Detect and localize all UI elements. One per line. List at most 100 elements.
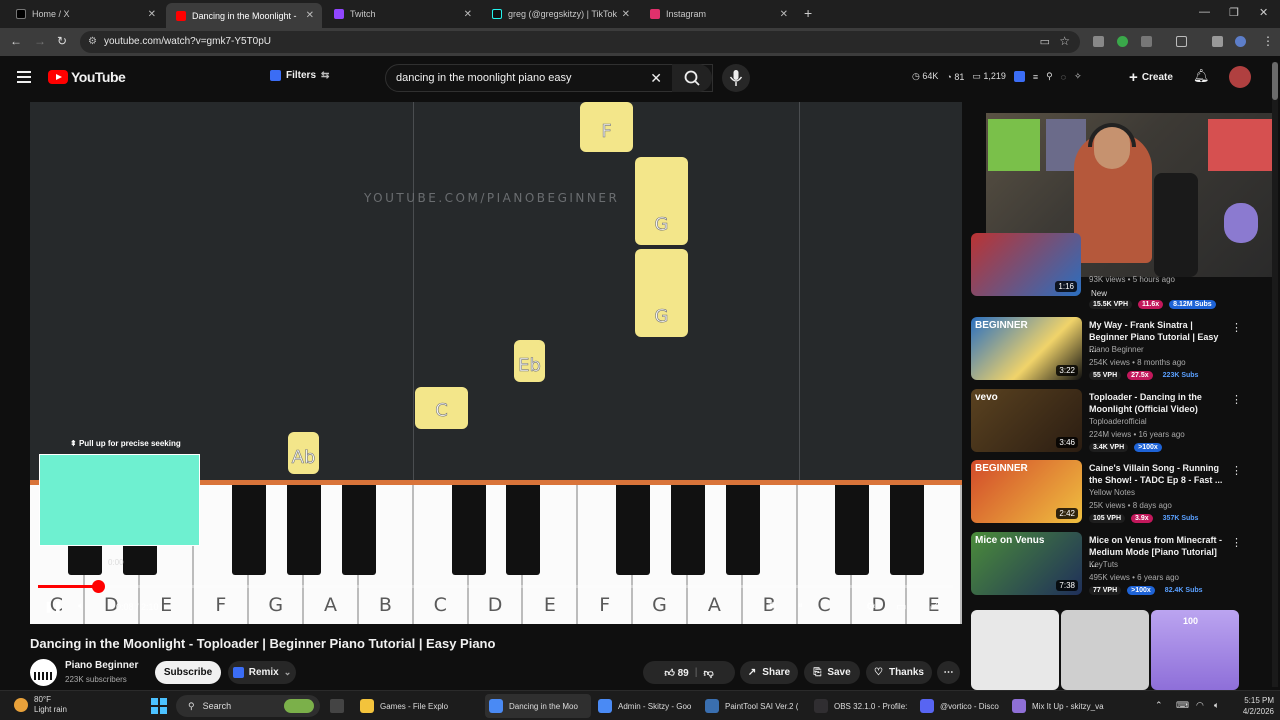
speaker-icon[interactable]: 🔈︎ (1214, 700, 1219, 711)
subscribe-button[interactable]: Subscribe (155, 661, 221, 684)
filters-button[interactable]: Filters ⇆ (270, 70, 329, 81)
channel-avatar[interactable] (30, 659, 57, 686)
sidepanel-icon[interactable] (1176, 36, 1187, 47)
window-close-icon[interactable]: ✕ (1259, 6, 1268, 19)
pin-icon[interactable]: ⚲ (1046, 71, 1053, 82)
youtube-logo[interactable]: YouTube (48, 69, 126, 85)
taskbar-app[interactable]: Mix It Up - skitzy_va (1008, 694, 1108, 718)
short-thumbnail[interactable] (1061, 610, 1149, 690)
voice-search-button[interactable] (722, 64, 750, 92)
avatar[interactable] (1229, 66, 1251, 88)
minimize-icon[interactable]: — (1199, 6, 1210, 18)
media-icon[interactable] (1212, 36, 1223, 47)
close-icon[interactable]: ✕ (148, 9, 156, 20)
cast-icon[interactable]: ▭ (1040, 35, 1050, 48)
taskbar-app[interactable]: Dancing in the Moo (485, 694, 591, 718)
video-player[interactable]: YOUTUBE.COM/PIANOBEGINNER F G G Eb C Ab … (30, 102, 962, 624)
taskbar-app[interactable]: Games - File Explo (356, 694, 468, 718)
clock-date: 4/2/2026 (1242, 707, 1274, 716)
list-icon[interactable]: ≡ (1033, 72, 1038, 82)
new-tab-icon[interactable]: + (804, 5, 812, 21)
more-actions-button[interactable]: ⋯ (937, 661, 960, 684)
autoplay-toggle-icon[interactable]: ⏸︎ (798, 600, 803, 611)
page-scrollbar[interactable] (1272, 62, 1278, 687)
close-icon[interactable]: ✕ (306, 10, 314, 21)
video-title: Caine's Villain Song - Running the Show!… (1089, 463, 1223, 485)
back-icon[interactable]: ← (10, 34, 22, 48)
time-display: 0:08 / 2:10 (116, 602, 159, 612)
search-input[interactable]: dancing in the moonlight piano easy ✕ (385, 64, 713, 92)
volume-icon[interactable]: 🔈︎ (78, 600, 85, 613)
more-vertical-icon[interactable]: ⋮ (1231, 536, 1242, 549)
fullscreen-icon[interactable]: ⤢ (930, 600, 939, 613)
more-vertical-icon[interactable]: ⋮ (1231, 393, 1242, 406)
taskbar-app[interactable]: OBS 32.1.0 - Profile: (810, 694, 910, 718)
search-button[interactable] (672, 64, 712, 92)
thanks-button[interactable]: ♡ Thanks (866, 661, 932, 684)
taskbar-app[interactable]: @vortico - Disco (916, 694, 1004, 718)
related-video[interactable]: BEGINNER 3:22 My Way - Frank Sinatra | Beg… (971, 317, 1271, 383)
reload-icon[interactable]: ↻ (57, 34, 67, 48)
taskbar-app[interactable]: Admin - Skitzy - Goo (594, 694, 698, 718)
close-icon[interactable]: ✕ (622, 9, 630, 20)
extension-icon[interactable] (1093, 36, 1104, 47)
tray-chevron-icon[interactable]: ⌃ (1155, 700, 1163, 711)
short-thumbnail[interactable]: 100 (1151, 610, 1239, 690)
more-vertical-icon[interactable]: ⋮ (1231, 464, 1242, 477)
pause-icon[interactable]: ❚❚ (44, 600, 62, 613)
extension-icon[interactable] (1117, 36, 1128, 47)
site-info-icon[interactable]: ⚙ (88, 36, 97, 47)
restore-icon[interactable]: ❐ (1229, 6, 1239, 19)
address-bar[interactable]: ⚙ youtube.com/watch?v=gmk7-Y5T0pU ▭ ☆ (80, 31, 1080, 53)
wifi-icon[interactable]: ◠ (1196, 700, 1204, 711)
search-icon (684, 70, 700, 86)
progress-bar[interactable] (38, 580, 953, 593)
video-thumbnail: vevo 3:46 (971, 389, 1082, 452)
divider: | (694, 667, 698, 678)
taskbar-search[interactable]: ⚲ Search (176, 695, 320, 717)
scrollbar-thumb[interactable] (1272, 62, 1278, 100)
channel-name[interactable]: Piano Beginner (65, 660, 138, 671)
related-video[interactable]: vevo 3:46 Toploader - Dancing in the Moonl… (971, 389, 1271, 455)
browser-tab-x[interactable]: Home / X ✕ (6, 3, 164, 25)
extension-badge-icon[interactable] (1013, 71, 1025, 82)
miniplayer-icon[interactable]: ▭ (896, 600, 906, 613)
extension-player-icon[interactable]: ▣ (768, 600, 777, 611)
forward-icon[interactable]: → (34, 34, 46, 48)
close-icon[interactable]: ✕ (780, 9, 788, 20)
taskbar-app[interactable]: PaintTool SAI Ver.2 ( (701, 694, 805, 718)
video-meta: 224M views • 16 years ago (1089, 430, 1185, 439)
browser-tab-youtube[interactable]: Dancing in the Moonlight - ✕ (166, 3, 322, 28)
save-button[interactable]: ⎘ Save (804, 661, 860, 684)
like-button[interactable]: 👍︎ 89 (664, 667, 688, 679)
create-button[interactable]: + Create (1118, 64, 1184, 90)
chat-icon[interactable]: ◌ (1061, 72, 1066, 82)
profile-icon[interactable] (1235, 36, 1246, 47)
windows-start-icon[interactable] (151, 698, 167, 714)
clock[interactable]: 5:15 PM 4/2/2026 (1234, 695, 1274, 717)
more-vertical-icon[interactable]: ⋮ (1231, 321, 1242, 334)
browser-menu-icon[interactable]: ⋮ (1262, 34, 1274, 48)
browser-tab-tiktok[interactable]: greg (@gregskitzy) | TikTok ✕ (482, 3, 638, 25)
task-view-icon[interactable] (330, 699, 344, 713)
related-video[interactable]: Mice on Venus 7:38 Mice on Venus from Mine… (971, 532, 1271, 598)
network-icon[interactable]: ⌨ (1176, 700, 1189, 711)
remix-button[interactable]: Remix ⌄ (228, 661, 296, 684)
weather-widget[interactable]: 80°F Light rain (14, 695, 67, 715)
close-icon[interactable]: ✕ (464, 9, 472, 20)
browser-tab-instagram[interactable]: Instagram ✕ (640, 3, 796, 25)
bookmark-star-icon[interactable]: ☆ (1059, 34, 1070, 48)
share-button[interactable]: ↗ Share (740, 661, 798, 684)
thumbs-down-icon[interactable]: 👎︎ (704, 667, 714, 679)
hamburger-menu-icon[interactable] (17, 71, 31, 83)
sparkle-icon[interactable]: ✧ (1074, 71, 1082, 82)
browser-tab-twitch[interactable]: Twitch ✕ (324, 3, 480, 25)
related-video[interactable]: BEGINNER 2:42 Caine's Villain Song - Runni… (971, 460, 1271, 526)
puzzle-icon[interactable] (1141, 36, 1152, 47)
short-thumbnail[interactable] (971, 610, 1059, 690)
clear-search-icon[interactable]: ✕ (650, 70, 662, 87)
related-video[interactable]: 1:16 93K views • 5 hours ago New (971, 233, 1271, 299)
guide-line (413, 102, 414, 482)
notifications-bell-icon[interactable]: 🔔︎ (1193, 68, 1210, 84)
settings-gear-icon[interactable]: ⚙ (866, 600, 876, 613)
